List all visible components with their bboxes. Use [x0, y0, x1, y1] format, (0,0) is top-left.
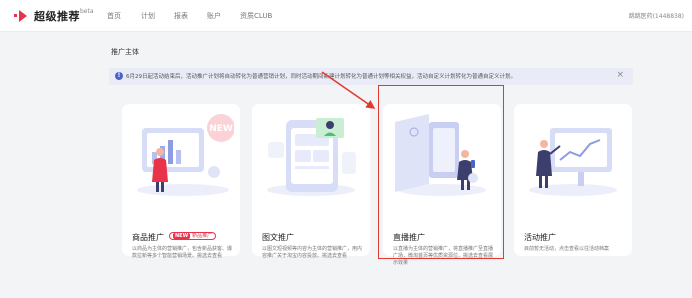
nav-plans[interactable]: 计划: [141, 11, 155, 21]
content-promotion-illustration: [267, 118, 356, 196]
nav-home[interactable]: 首页: [107, 11, 121, 21]
user-account[interactable]: 跳跳医药(1448838): [629, 11, 684, 20]
badge-new: NEW: [173, 233, 191, 239]
nav-reports[interactable]: 报表: [174, 11, 188, 21]
section-title: 推广主体: [111, 48, 139, 56]
notice-bar: ! 6月29日起活动结束后，活动推广计划将自动转化为普通营销计划，同时活动期间新…: [109, 68, 633, 85]
app-title[interactable]: 超级推荐: [34, 8, 80, 24]
nav-account[interactable]: 账户: [207, 11, 221, 21]
card-event-promotion[interactable]: 活动推广 目前暂无活动，点击查看以往活动档案: [514, 104, 632, 256]
card-description: 以商品为主体的营销推广，包含新品获客、爆款拉新等多个智能营销场景。挑选去查看: [132, 246, 233, 259]
logo-icon[interactable]: [14, 9, 30, 23]
svg-text:NEW: NEW: [209, 124, 233, 134]
card-title: 图文推广: [262, 233, 294, 242]
event-promotion-illustration: [529, 128, 617, 196]
beta-label: beta: [80, 8, 94, 15]
card-content-promotion[interactable]: 图文推广 以图文短视频等内容为主体的营销推广，用内容推广关于淘宝内容投放。挑选去…: [252, 104, 370, 259]
info-icon: !: [115, 72, 123, 80]
notice-text: 6月29日起活动结束后，活动推广计划将自动转化为普通营销计划，同时活动期间新建计…: [126, 74, 517, 80]
card-description: 目前暂无活动，点击查看以往活动档案: [524, 246, 610, 252]
top-navigation-bar: 超级推荐 beta 首页 计划 报表 账户 资质CLUB 跳跳医药(144883…: [0, 0, 692, 32]
highlight-box: [378, 85, 504, 259]
card-product-promotion[interactable]: NEW 商品推广 NEW 新品推广 以商品为主体的营销推广，包含新品获客、爆款拉新…: [122, 104, 240, 259]
card-description: 以图文短视频等内容为主体的营销推广，用内容推广关于淘宝内容投放。挑选去查看: [262, 246, 363, 259]
nav-club[interactable]: 资质CLUB: [240, 11, 272, 21]
close-icon[interactable]: ×: [616, 70, 624, 80]
product-promotion-illustration: NEW: [137, 114, 234, 196]
badge-text: 新品推广: [192, 233, 213, 239]
card-title: 活动推广: [524, 233, 556, 242]
card-title: 商品推广: [132, 233, 164, 242]
new-product-badge[interactable]: NEW 新品推广: [169, 232, 217, 240]
